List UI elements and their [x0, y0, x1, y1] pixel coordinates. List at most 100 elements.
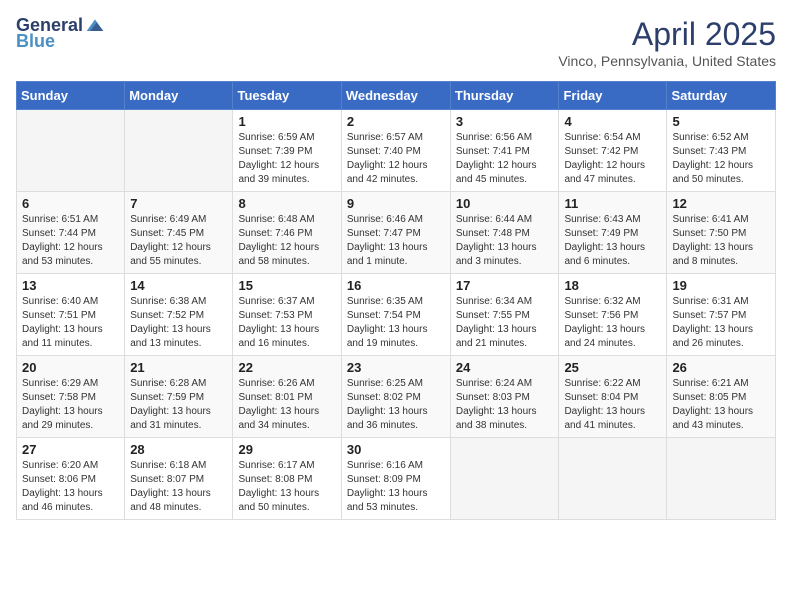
- day-number: 2: [347, 114, 445, 129]
- calendar-cell: 28 Sunrise: 6:18 AMSunset: 8:07 PMDayligh…: [125, 438, 233, 520]
- day-number: 21: [130, 360, 227, 375]
- calendar-cell: 15 Sunrise: 6:37 AMSunset: 7:53 PMDayligh…: [233, 274, 341, 356]
- calendar-cell: 19 Sunrise: 6:31 AMSunset: 7:57 PMDayligh…: [667, 274, 776, 356]
- day-info: Sunrise: 6:56 AMSunset: 7:41 PMDaylight:…: [456, 131, 554, 187]
- calendar-week-row: 1 Sunrise: 6:59 AMSunset: 7:39 PMDaylight…: [17, 110, 776, 192]
- calendar-cell: [125, 110, 233, 192]
- day-number: 12: [672, 196, 770, 211]
- day-info: Sunrise: 6:25 AMSunset: 8:02 PMDaylight:…: [347, 377, 445, 433]
- day-info: Sunrise: 6:21 AMSunset: 8:05 PMDaylight:…: [672, 377, 770, 433]
- calendar-cell: 5 Sunrise: 6:52 AMSunset: 7:43 PMDaylight…: [667, 110, 776, 192]
- month-title: April 2025: [558, 16, 776, 53]
- day-info: Sunrise: 6:59 AMSunset: 7:39 PMDaylight:…: [238, 131, 335, 187]
- day-info: Sunrise: 6:32 AMSunset: 7:56 PMDaylight:…: [564, 295, 661, 351]
- calendar-cell: 18 Sunrise: 6:32 AMSunset: 7:56 PMDayligh…: [559, 274, 667, 356]
- calendar-day-header: Friday: [559, 82, 667, 110]
- calendar-day-header: Saturday: [667, 82, 776, 110]
- day-info: Sunrise: 6:31 AMSunset: 7:57 PMDaylight:…: [672, 295, 770, 351]
- day-number: 30: [347, 442, 445, 457]
- day-info: Sunrise: 6:28 AMSunset: 7:59 PMDaylight:…: [130, 377, 227, 433]
- calendar-week-row: 13 Sunrise: 6:40 AMSunset: 7:51 PMDayligh…: [17, 274, 776, 356]
- day-number: 28: [130, 442, 227, 457]
- day-info: Sunrise: 6:29 AMSunset: 7:58 PMDaylight:…: [22, 377, 119, 433]
- calendar-cell: 24Sunrise: 6:24 AMSunset: 8:03 PMDayligh…: [450, 356, 559, 438]
- calendar-cell: 16Sunrise: 6:35 AMSunset: 7:54 PMDayligh…: [341, 274, 450, 356]
- calendar-table: SundayMondayTuesdayWednesdayThursdayFrid…: [16, 81, 776, 520]
- day-number: 29: [238, 442, 335, 457]
- day-number: 5: [672, 114, 770, 129]
- day-info: Sunrise: 6:49 AMSunset: 7:45 PMDaylight:…: [130, 213, 227, 269]
- calendar-cell: 20Sunrise: 6:29 AMSunset: 7:58 PMDayligh…: [17, 356, 125, 438]
- calendar-day-header: Sunday: [17, 82, 125, 110]
- calendar-cell: 6Sunrise: 6:51 AMSunset: 7:44 PMDaylight…: [17, 192, 125, 274]
- logo-blue: Blue: [16, 32, 105, 52]
- day-info: Sunrise: 6:20 AMSunset: 8:06 PMDaylight:…: [22, 459, 119, 515]
- calendar-cell: 7 Sunrise: 6:49 AMSunset: 7:45 PMDaylight…: [125, 192, 233, 274]
- day-info: Sunrise: 6:54 AMSunset: 7:42 PMDaylight:…: [564, 131, 661, 187]
- day-number: 17: [456, 278, 554, 293]
- day-info: Sunrise: 6:26 AMSunset: 8:01 PMDaylight:…: [238, 377, 335, 433]
- logo: General Blue: [16, 16, 105, 52]
- day-number: 7: [130, 196, 227, 211]
- day-number: 1: [238, 114, 335, 129]
- day-info: Sunrise: 6:52 AMSunset: 7:43 PMDaylight:…: [672, 131, 770, 187]
- day-info: Sunrise: 6:18 AMSunset: 8:07 PMDaylight:…: [130, 459, 227, 515]
- day-info: Sunrise: 6:41 AMSunset: 7:50 PMDaylight:…: [672, 213, 770, 269]
- day-number: 22: [238, 360, 335, 375]
- calendar-cell: 12 Sunrise: 6:41 AMSunset: 7:50 PMDayligh…: [667, 192, 776, 274]
- calendar-week-row: 27 Sunrise: 6:20 AMSunset: 8:06 PMDayligh…: [17, 438, 776, 520]
- calendar-cell: 4 Sunrise: 6:54 AMSunset: 7:42 PMDaylight…: [559, 110, 667, 192]
- day-info: Sunrise: 6:35 AMSunset: 7:54 PMDaylight:…: [347, 295, 445, 351]
- day-number: 10: [456, 196, 554, 211]
- day-number: 19: [672, 278, 770, 293]
- day-info: Sunrise: 6:43 AMSunset: 7:49 PMDaylight:…: [564, 213, 661, 269]
- calendar-cell: 25 Sunrise: 6:22 AMSunset: 8:04 PMDayligh…: [559, 356, 667, 438]
- calendar-cell: [559, 438, 667, 520]
- calendar-cell: [450, 438, 559, 520]
- day-number: 13: [22, 278, 119, 293]
- day-number: 23: [347, 360, 445, 375]
- day-number: 18: [564, 278, 661, 293]
- day-info: Sunrise: 6:46 AMSunset: 7:47 PMDaylight:…: [347, 213, 445, 269]
- day-number: 15: [238, 278, 335, 293]
- calendar-cell: 26 Sunrise: 6:21 AMSunset: 8:05 PMDayligh…: [667, 356, 776, 438]
- day-info: Sunrise: 6:40 AMSunset: 7:51 PMDaylight:…: [22, 295, 119, 351]
- day-number: 8: [238, 196, 335, 211]
- calendar-cell: 13 Sunrise: 6:40 AMSunset: 7:51 PMDayligh…: [17, 274, 125, 356]
- calendar-day-header: Wednesday: [341, 82, 450, 110]
- day-number: 26: [672, 360, 770, 375]
- calendar-day-header: Monday: [125, 82, 233, 110]
- title-area: April 2025 Vinco, Pennsylvania, United S…: [558, 16, 776, 69]
- calendar-cell: 27 Sunrise: 6:20 AMSunset: 8:06 PMDayligh…: [17, 438, 125, 520]
- calendar-cell: 8 Sunrise: 6:48 AMSunset: 7:46 PMDaylight…: [233, 192, 341, 274]
- day-info: Sunrise: 6:38 AMSunset: 7:52 PMDaylight:…: [130, 295, 227, 351]
- calendar-cell: 10 Sunrise: 6:44 AMSunset: 7:48 PMDayligh…: [450, 192, 559, 274]
- calendar-cell: [667, 438, 776, 520]
- calendar-day-header: Thursday: [450, 82, 559, 110]
- day-number: 27: [22, 442, 119, 457]
- calendar-cell: 29 Sunrise: 6:17 AMSunset: 8:08 PMDayligh…: [233, 438, 341, 520]
- calendar-cell: 21 Sunrise: 6:28 AMSunset: 7:59 PMDayligh…: [125, 356, 233, 438]
- calendar-cell: 14Sunrise: 6:38 AMSunset: 7:52 PMDayligh…: [125, 274, 233, 356]
- day-number: 4: [564, 114, 661, 129]
- calendar-cell: 9 Sunrise: 6:46 AMSunset: 7:47 PMDaylight…: [341, 192, 450, 274]
- location-title: Vinco, Pennsylvania, United States: [558, 53, 776, 69]
- day-info: Sunrise: 6:51 AMSunset: 7:44 PMDaylight:…: [22, 213, 119, 269]
- day-info: Sunrise: 6:24 AMSunset: 8:03 PMDaylight:…: [456, 377, 554, 433]
- calendar-header-row: SundayMondayTuesdayWednesdayThursdayFrid…: [17, 82, 776, 110]
- calendar-cell: 17 Sunrise: 6:34 AMSunset: 7:55 PMDayligh…: [450, 274, 559, 356]
- day-info: Sunrise: 6:57 AMSunset: 7:40 PMDaylight:…: [347, 131, 445, 187]
- page-header: General Blue April 2025 Vinco, Pennsylva…: [16, 16, 776, 69]
- calendar-cell: 30Sunrise: 6:16 AMSunset: 8:09 PMDayligh…: [341, 438, 450, 520]
- day-info: Sunrise: 6:34 AMSunset: 7:55 PMDaylight:…: [456, 295, 554, 351]
- day-number: 9: [347, 196, 445, 211]
- calendar-cell: 23 Sunrise: 6:25 AMSunset: 8:02 PMDayligh…: [341, 356, 450, 438]
- day-info: Sunrise: 6:37 AMSunset: 7:53 PMDaylight:…: [238, 295, 335, 351]
- day-info: Sunrise: 6:17 AMSunset: 8:08 PMDaylight:…: [238, 459, 335, 515]
- day-number: 25: [564, 360, 661, 375]
- calendar-week-row: 6Sunrise: 6:51 AMSunset: 7:44 PMDaylight…: [17, 192, 776, 274]
- day-info: Sunrise: 6:22 AMSunset: 8:04 PMDaylight:…: [564, 377, 661, 433]
- day-info: Sunrise: 6:48 AMSunset: 7:46 PMDaylight:…: [238, 213, 335, 269]
- day-number: 3: [456, 114, 554, 129]
- day-info: Sunrise: 6:44 AMSunset: 7:48 PMDaylight:…: [456, 213, 554, 269]
